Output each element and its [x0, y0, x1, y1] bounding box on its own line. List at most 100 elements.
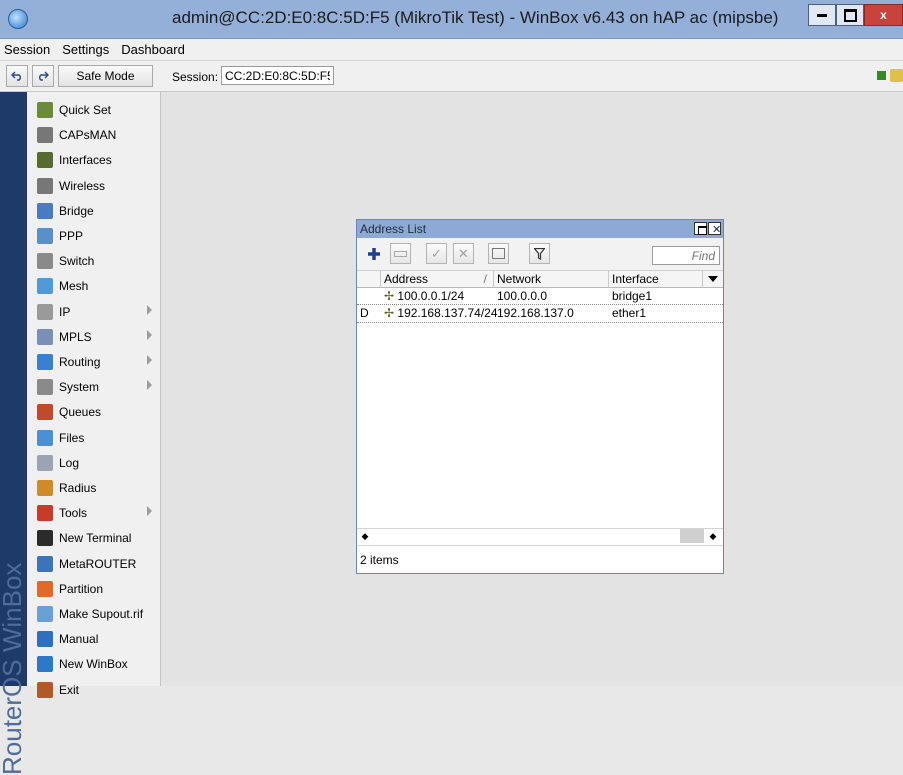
sidebar-item-files[interactable]: Files: [27, 426, 160, 450]
sidebar-item-system[interactable]: System: [27, 375, 160, 399]
table-row[interactable]: ✢ 100.0.0.1/24 100.0.0.0 bridge1: [357, 288, 723, 305]
sidebar-item-mpls[interactable]: MPLS: [27, 325, 160, 349]
wand-icon: [37, 102, 53, 118]
sidebar-item-label: New WinBox: [59, 657, 128, 672]
sort-indicator: /: [483, 272, 487, 286]
comment-button[interactable]: [488, 243, 509, 264]
terminal-icon: [37, 530, 53, 547]
add-button[interactable]: [363, 243, 384, 264]
sidebar-item-label: Wireless: [59, 178, 106, 193]
menu-session[interactable]: Session: [0, 42, 56, 57]
sidebar-item-routing[interactable]: Routing: [27, 350, 160, 374]
sidebar-item-label: System: [59, 380, 100, 395]
address-icon: ✢: [384, 289, 395, 303]
undo-button[interactable]: [6, 65, 28, 87]
network-cell: 100.0.0.0: [497, 289, 548, 303]
menu-settings[interactable]: Settings: [56, 42, 115, 57]
horizontal-scrollbar[interactable]: ◆ ◆: [357, 528, 723, 546]
queues-icon: [37, 404, 53, 421]
sidebar-item-quick-set[interactable]: Quick Set: [27, 98, 160, 122]
address-list-titlebar[interactable]: Address List ✕: [357, 220, 723, 238]
sidebar-item-radius[interactable]: Radius: [27, 476, 160, 500]
supout-icon: [37, 606, 53, 622]
interface-cell: ether1: [612, 306, 647, 320]
interface-column-header[interactable]: Interface: [609, 271, 703, 288]
sidebar-item-exit[interactable]: Exit: [27, 678, 160, 702]
sidebar-item-ip[interactable]: IP: [27, 300, 160, 324]
menu-dashboard[interactable]: Dashboard: [115, 42, 191, 57]
sidebar-item-label: Partition: [59, 581, 104, 596]
sidebar-item-manual[interactable]: Manual: [27, 627, 160, 651]
maximize-button[interactable]: [836, 4, 864, 26]
routeros-winbox-brand: RouterOS WinBox: [0, 562, 27, 775]
help-icon: [37, 631, 53, 648]
submenu-arrow-icon: [147, 329, 152, 340]
row-separator: [357, 322, 723, 323]
interface-cell: bridge1: [612, 289, 653, 303]
maximize-icon: [698, 226, 707, 235]
close-icon: ✕: [712, 224, 722, 236]
filter-icon: [534, 247, 545, 260]
interfaces-icon: [37, 152, 53, 169]
flag-cell: [357, 288, 381, 305]
enable-button[interactable]: ✓: [426, 243, 447, 264]
dialog-close-button[interactable]: ✕: [708, 222, 722, 236]
routing-icon: [37, 354, 53, 370]
redo-button[interactable]: [32, 65, 54, 87]
submenu-arrow-icon: [147, 355, 152, 365]
x-icon: ✕: [458, 245, 469, 261]
sidebar-item-label: IP: [59, 304, 71, 319]
sidebar-item-log[interactable]: Log: [27, 451, 160, 475]
log-icon: [37, 454, 53, 471]
scroll-right-button[interactable]: ◆: [705, 529, 721, 544]
sidebar-item-capsman[interactable]: CAPsMAN: [27, 123, 160, 147]
mpls-icon: [37, 328, 53, 345]
address-list-toolbar: ✓ ✕: [357, 238, 723, 271]
title-bar: admin@CC:2D:E0:8C:5D:F5 (MikroTik Test) …: [0, 0, 903, 39]
tools-icon: [37, 505, 53, 522]
flag-cell: D: [360, 306, 369, 320]
close-icon: x: [880, 8, 887, 22]
sidebar-item-partition[interactable]: Partition: [27, 577, 160, 601]
filter-button[interactable]: [529, 243, 550, 264]
dialog-maximize-button[interactable]: [694, 222, 707, 235]
sidebar-item-switch[interactable]: Switch: [27, 249, 160, 273]
address-column-header[interactable]: Address /: [381, 271, 494, 288]
find-input[interactable]: [652, 246, 720, 265]
maximize-icon: [843, 8, 857, 22]
network-column-header[interactable]: Network: [494, 271, 609, 288]
sidebar-item-metarouter[interactable]: MetaROUTER: [27, 552, 160, 576]
flag-column-header[interactable]: [357, 271, 381, 288]
sidebar-item-mesh[interactable]: Mesh: [27, 274, 160, 298]
address-icon: ✢: [384, 306, 395, 320]
scroll-left-button[interactable]: ◆: [357, 529, 373, 544]
undo-icon: [11, 71, 21, 81]
sidebar-item-wireless[interactable]: Wireless: [27, 174, 160, 198]
sidebar-item-new-winbox[interactable]: New WinBox: [27, 652, 160, 676]
safe-mode-button[interactable]: Safe Mode: [58, 65, 153, 87]
column-menu-button[interactable]: [703, 271, 723, 288]
remove-button[interactable]: [390, 243, 411, 264]
disable-button[interactable]: ✕: [453, 243, 474, 264]
window-title: admin@CC:2D:E0:8C:5D:F5 (MikroTik Test) …: [172, 8, 779, 27]
partition-icon: [37, 580, 53, 597]
scroll-thumb[interactable]: [680, 529, 704, 543]
sidebar-item-ppp[interactable]: PPP: [27, 224, 160, 248]
sidebar-item-queues[interactable]: Queues: [27, 400, 160, 424]
dropdown-arrow-icon: [708, 276, 718, 282]
close-button[interactable]: x: [864, 4, 903, 26]
sidebar-item-label: Exit: [59, 682, 80, 697]
session-field[interactable]: [221, 66, 334, 85]
sidebar-item-make-supout-rif[interactable]: Make Supout.rif: [27, 602, 160, 626]
sidebar-item-bridge[interactable]: Bridge: [27, 199, 160, 223]
minimize-button[interactable]: [808, 4, 836, 26]
sidebar-item-label: Quick Set: [59, 103, 112, 117]
sidebar-item-label: Routing: [59, 355, 101, 369]
session-label: Session:: [172, 70, 219, 84]
table-row[interactable]: D ✢ 192.168.137.74/24 192.168.137.0 ethe…: [357, 305, 723, 322]
sidebar-item-label: CAPsMAN: [59, 128, 117, 143]
sidebar-item-new-terminal[interactable]: New Terminal: [27, 526, 160, 550]
sidebar-item-tools[interactable]: Tools: [27, 501, 160, 525]
sidebar-item-interfaces[interactable]: Interfaces: [27, 148, 160, 172]
connection-status-icon: [877, 71, 886, 80]
